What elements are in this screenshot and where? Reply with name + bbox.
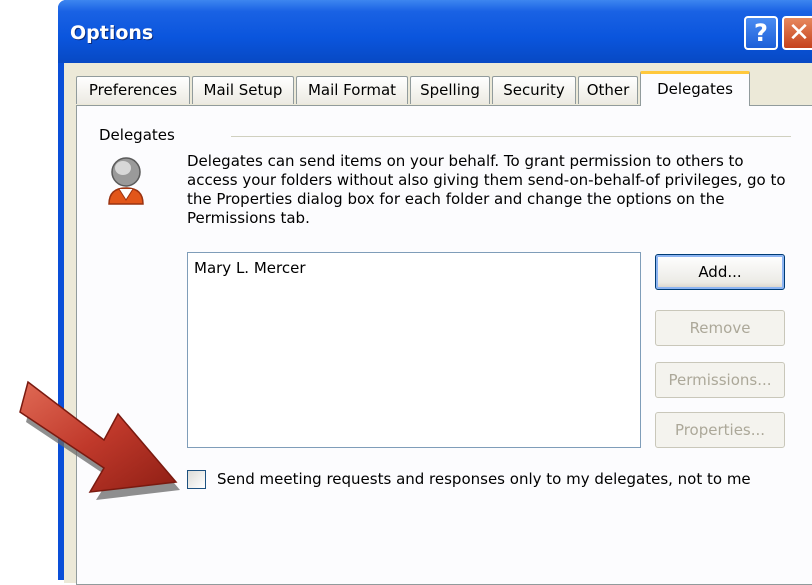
delegates-person-icon (108, 157, 144, 205)
tab-mail-format[interactable]: Mail Format (296, 76, 408, 104)
tab-preferences[interactable]: Preferences (76, 76, 190, 104)
title-bar[interactable]: Options ? ✕ (58, 0, 812, 63)
tab-delegates[interactable]: Delegates (640, 71, 750, 106)
list-item[interactable]: Mary L. Mercer (194, 259, 306, 277)
tab-security[interactable]: Security (492, 76, 576, 104)
tab-mail-setup[interactable]: Mail Setup (192, 76, 294, 104)
help-icon[interactable]: ? (744, 16, 778, 50)
remove-button[interactable]: Remove (655, 310, 785, 346)
tab-other[interactable]: Other (578, 76, 638, 104)
callout-arrow-icon (19, 380, 180, 500)
window-title: Options (70, 22, 154, 44)
delegates-description: Delegates can send items on your behalf.… (187, 152, 786, 227)
group-divider (231, 136, 791, 137)
delegates-group-label: Delegates (99, 126, 175, 144)
tab-spelling[interactable]: Spelling (410, 76, 490, 104)
close-icon[interactable]: ✕ (782, 16, 812, 50)
properties-button[interactable]: Properties... (655, 412, 785, 448)
meeting-requests-checkbox[interactable] (187, 470, 206, 489)
delegates-listbox[interactable]: Mary L. Mercer (187, 252, 641, 448)
delegates-tab-panel: Delegates Delegates can send items on yo… (76, 105, 812, 585)
permissions-button[interactable]: Permissions... (655, 362, 785, 398)
meeting-requests-checkbox-label[interactable]: Send meeting requests and responses only… (217, 469, 797, 490)
add-button[interactable]: Add... (655, 254, 785, 290)
